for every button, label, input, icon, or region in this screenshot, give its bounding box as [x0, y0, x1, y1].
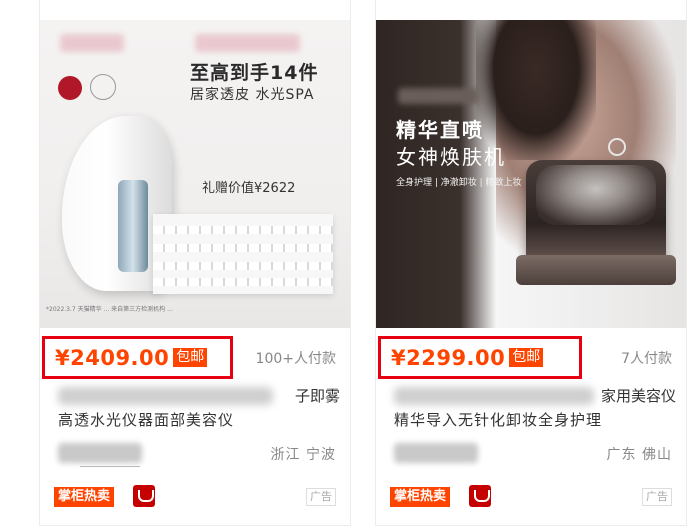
- title-tail: 家用美容仪: [600, 387, 676, 405]
- device-window: [118, 180, 148, 272]
- shop-underline: [80, 466, 140, 467]
- product-title-line2[interactable]: 高透水光仪器面部美容仪: [58, 409, 234, 430]
- ad-label: 广告: [306, 488, 336, 506]
- product-image[interactable]: 精华直喷 女神焕肤机 全身护理 | 净澈卸妆 | 精致上妆: [376, 20, 686, 328]
- machine-base: [516, 255, 676, 285]
- blurred-brand: [398, 88, 478, 104]
- blurred-shop-name[interactable]: [394, 443, 478, 463]
- image-gift-text: 礼赠价值¥2622: [202, 181, 296, 196]
- blurred-title: [58, 387, 273, 405]
- price: ¥2299.00: [391, 345, 506, 370]
- tmall-cat-icon: [469, 485, 491, 507]
- blurred-title: [394, 387, 594, 405]
- free-shipping-tag: 包邮: [173, 348, 208, 367]
- hot-sale-tag: 掌柜热卖: [390, 487, 451, 507]
- price: ¥2409.00: [55, 345, 170, 370]
- seller-location: 浙江 宁波: [270, 447, 336, 463]
- product-card-2[interactable]: 精华直喷 女神焕肤机 全身护理 | 净澈卸妆 | 精致上妆 ¥2299.00 包…: [375, 0, 687, 526]
- paid-count: 100+人付款: [255, 351, 336, 367]
- ad-label: 广告: [642, 488, 672, 506]
- product-image[interactable]: 至高到手14件 居家透皮 水光SPA 礼赠价值¥2622 *2022.3.7 天…: [40, 20, 350, 328]
- image-headline: 精华直喷: [396, 118, 484, 142]
- award-badge-icon: [58, 76, 82, 100]
- price-highlight-box: ¥2409.00 包邮: [42, 336, 233, 379]
- image-fine-print: *2022.3.7 天猫精华 ... 来自第三方检测机构 ...: [46, 306, 173, 313]
- gift-boxes: [153, 214, 333, 294]
- product-card-1[interactable]: 至高到手14件 居家透皮 水光SPA 礼赠价值¥2622 *2022.3.7 天…: [39, 0, 351, 526]
- free-shipping-tag: 包邮: [509, 348, 544, 367]
- product-title-line2[interactable]: 精华导入无针化卸妆全身护理: [394, 409, 602, 430]
- tmall-cat-icon: [133, 485, 155, 507]
- machine-lid: [536, 165, 656, 225]
- ring-shape: [608, 138, 626, 156]
- paid-count: 7人付款: [621, 351, 672, 367]
- product-title-line1[interactable]: 子即雾: [58, 385, 342, 407]
- hot-sale-tag: 掌柜热卖: [54, 487, 115, 507]
- image-headline: 至高到手14件: [190, 62, 319, 84]
- dark-backdrop: [376, 20, 496, 328]
- blurred-brand: [60, 34, 124, 52]
- image-subline: 居家透皮 水光SPA: [190, 87, 315, 103]
- image-features: 全身护理 | 净澈卸妆 | 精致上妆: [396, 178, 522, 188]
- price-highlight-box: ¥2299.00 包邮: [378, 336, 582, 379]
- blurred-shop-name[interactable]: [58, 443, 142, 463]
- image-subline: 女神焕肤机: [396, 145, 506, 169]
- product-title-line1[interactable]: 家用美容仪: [394, 385, 678, 407]
- blurred-text: [195, 34, 300, 52]
- seller-location: 广东 佛山: [606, 447, 672, 463]
- award-seal-icon: [90, 74, 116, 100]
- title-tail: 子即雾: [294, 387, 340, 405]
